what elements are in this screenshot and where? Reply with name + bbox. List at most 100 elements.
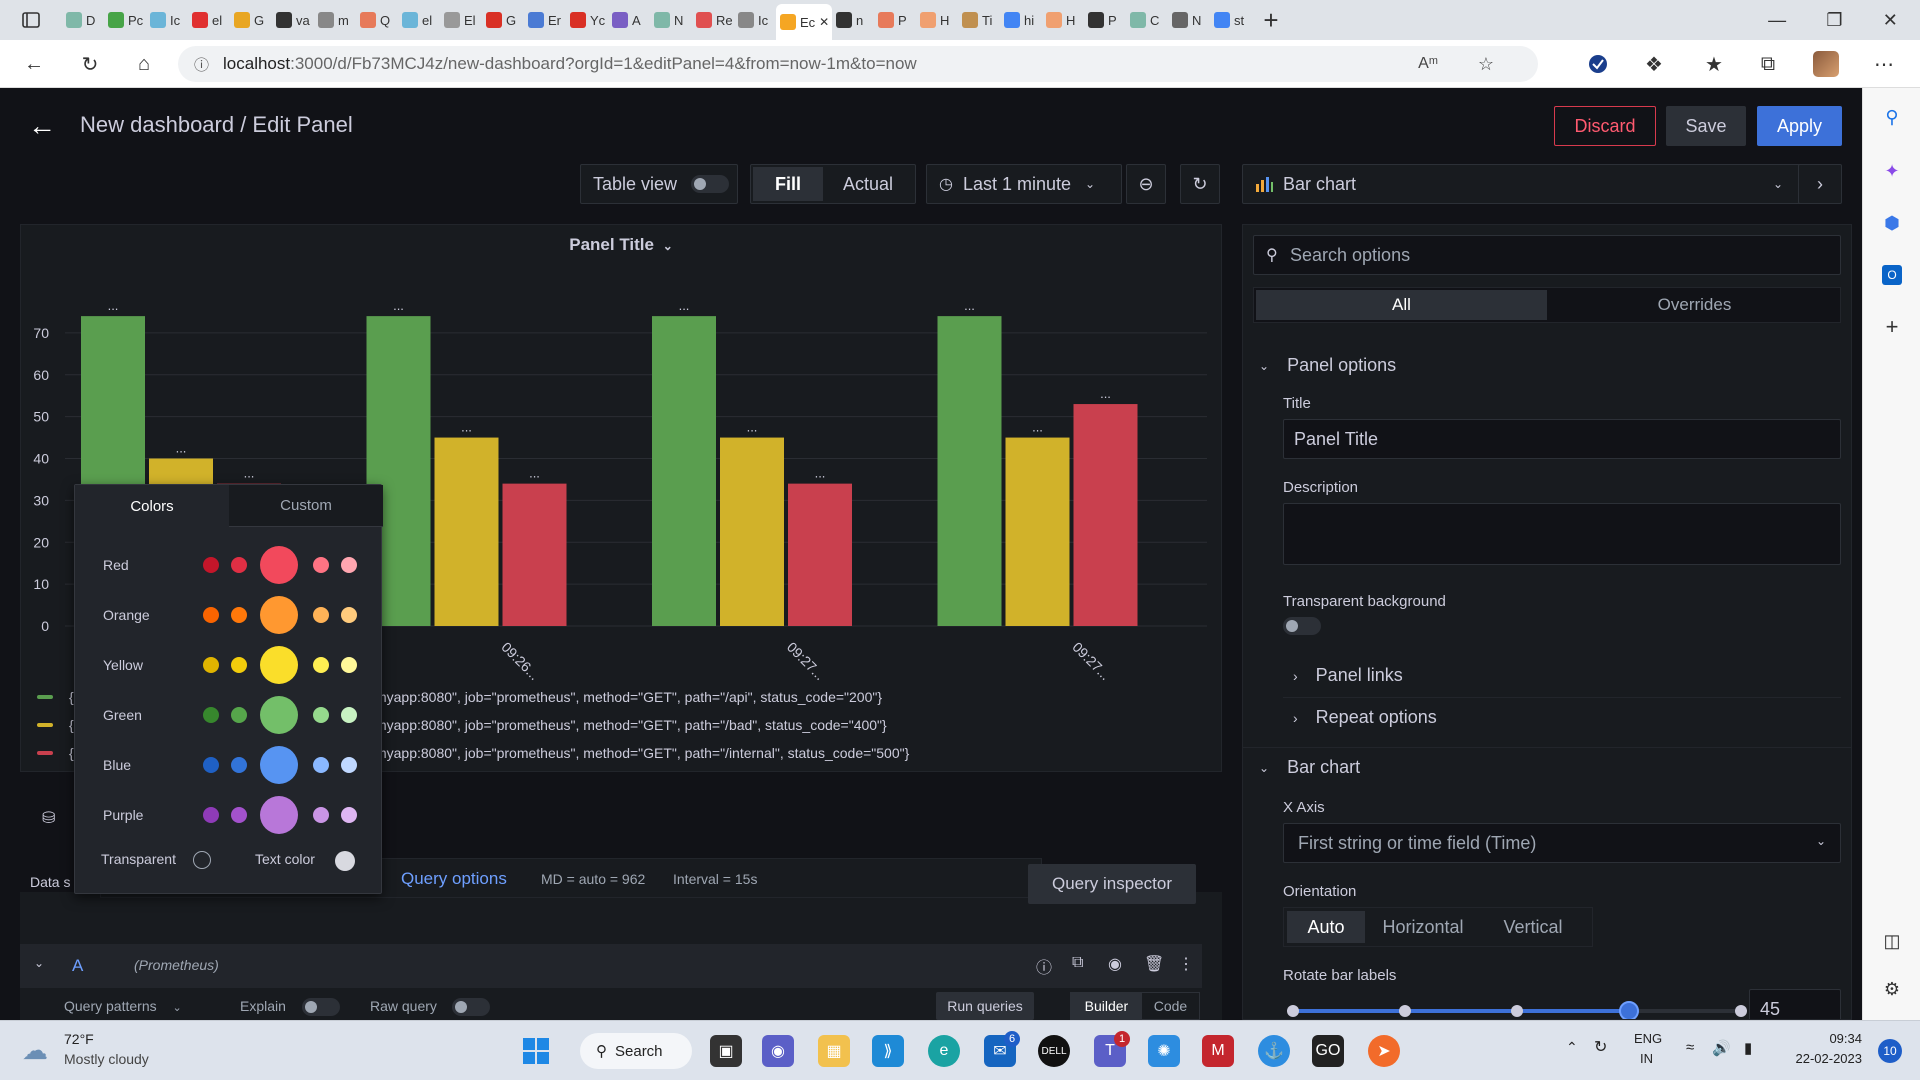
browser-tab[interactable]: el bbox=[398, 4, 440, 36]
browser-tab[interactable]: El bbox=[440, 4, 482, 36]
zoom-out-button[interactable]: ⊖ bbox=[1126, 164, 1166, 204]
favorites-list-icon[interactable]: ★ bbox=[1698, 48, 1730, 80]
visualization-picker[interactable]: Bar chart ⌄ bbox=[1242, 164, 1814, 204]
browser-tab[interactable]: H bbox=[916, 4, 958, 36]
chat-icon[interactable]: ◉ bbox=[762, 1035, 794, 1067]
color-swatch[interactable] bbox=[260, 696, 298, 734]
color-swatch[interactable] bbox=[203, 557, 219, 573]
browser-tab[interactable]: Yc bbox=[566, 4, 608, 36]
table-view-switch[interactable] bbox=[691, 175, 730, 193]
browser-tab[interactable]: D bbox=[62, 4, 104, 36]
wifi-icon[interactable]: ≈ bbox=[1686, 1039, 1694, 1056]
color-swatch[interactable] bbox=[231, 757, 247, 773]
rotate-slider-handle[interactable] bbox=[1619, 1001, 1639, 1019]
browser-tab[interactable]: N bbox=[650, 4, 692, 36]
browser-tab[interactable]: Pc bbox=[104, 4, 146, 36]
minimize-icon[interactable]: — bbox=[1768, 10, 1786, 31]
notification-badge[interactable]: 10 bbox=[1878, 1039, 1902, 1063]
time-range-picker[interactable]: ◷ Last 1 minute ⌄ bbox=[926, 164, 1122, 204]
browser-tab[interactable]: H bbox=[1042, 4, 1084, 36]
color-swatch[interactable] bbox=[203, 607, 219, 623]
color-swatch[interactable] bbox=[341, 607, 357, 623]
transparent-background-toggle[interactable] bbox=[1283, 617, 1321, 635]
color-swatch[interactable] bbox=[231, 707, 247, 723]
vscode-icon[interactable]: ⟫ bbox=[872, 1035, 904, 1067]
browser-tab[interactable]: Ic bbox=[734, 4, 776, 36]
color-swatch[interactable] bbox=[203, 807, 219, 823]
tab-all[interactable]: All bbox=[1256, 290, 1547, 320]
more-menu-icon[interactable]: ⋯ bbox=[1868, 48, 1900, 80]
browser-tab[interactable]: st bbox=[1210, 4, 1252, 36]
battery-icon[interactable]: ▮ bbox=[1744, 1039, 1752, 1057]
browser-tab[interactable]: G bbox=[230, 4, 272, 36]
url-field[interactable]: ⓘ localhost:3000/d/Fb73MCJ4z/new-dashboa… bbox=[178, 46, 1538, 82]
browser-tab[interactable]: Q bbox=[356, 4, 398, 36]
browser-tab[interactable]: Er bbox=[524, 4, 566, 36]
favorite-icon[interactable]: ☆ bbox=[1478, 54, 1494, 75]
query-inspector-button[interactable]: Query inspector bbox=[1028, 864, 1196, 904]
code-mode[interactable]: Code bbox=[1142, 993, 1199, 1019]
database-icon[interactable]: ⛁ bbox=[42, 808, 55, 828]
color-swatch[interactable] bbox=[341, 807, 357, 823]
browser-tab[interactable]: m bbox=[314, 4, 356, 36]
color-swatch[interactable] bbox=[260, 796, 298, 834]
duplicate-query-icon[interactable]: ⧉ bbox=[1072, 954, 1083, 972]
bar-chart-section[interactable]: ⌄ Bar chart bbox=[1259, 757, 1360, 778]
color-swatch[interactable] bbox=[231, 557, 247, 573]
browser-tab[interactable]: Ic bbox=[146, 4, 188, 36]
outlook-icon[interactable]: O bbox=[1879, 262, 1905, 288]
windows-start-icon[interactable] bbox=[520, 1035, 552, 1067]
postman-icon[interactable]: ➤ bbox=[1368, 1035, 1400, 1067]
collapse-options-button[interactable]: › bbox=[1798, 164, 1842, 204]
search-options-input[interactable]: ⚲ Search options bbox=[1253, 235, 1841, 275]
color-swatch[interactable] bbox=[260, 546, 298, 584]
x-axis-select[interactable]: First string or time field (Time) ⌄ bbox=[1283, 823, 1841, 863]
back-icon[interactable]: ← bbox=[18, 48, 50, 80]
add-sidebar-icon[interactable]: + bbox=[1879, 314, 1905, 340]
extensions-icon[interactable]: ❖ bbox=[1638, 48, 1670, 80]
transparent-swatch[interactable] bbox=[193, 851, 211, 869]
builder-mode[interactable]: Builder bbox=[1071, 993, 1142, 1019]
task-view-icon[interactable]: ▣ bbox=[710, 1035, 742, 1067]
orientation-auto[interactable]: Auto bbox=[1287, 911, 1365, 943]
color-swatch[interactable] bbox=[313, 807, 329, 823]
copilot-icon[interactable]: ✦ bbox=[1879, 158, 1905, 184]
hide-query-icon[interactable]: ◉ bbox=[1108, 954, 1122, 974]
collapse-query-icon[interactable]: ⌄ bbox=[34, 956, 44, 970]
delete-query-icon[interactable]: 🗑 bbox=[1144, 954, 1164, 974]
discard-button[interactable]: Discard bbox=[1554, 106, 1656, 146]
browser-tab[interactable]: C bbox=[1126, 4, 1168, 36]
search-icon[interactable]: ⚲ bbox=[1879, 104, 1905, 130]
save-button[interactable]: Save bbox=[1666, 106, 1746, 146]
browser-tab[interactable]: Ti bbox=[958, 4, 1000, 36]
color-swatch[interactable] bbox=[260, 646, 298, 684]
color-swatch[interactable] bbox=[341, 707, 357, 723]
repeat-options-section[interactable]: › Repeat options bbox=[1293, 707, 1437, 728]
taskbar-search[interactable]: ⚲ Search bbox=[580, 1033, 692, 1069]
file-explorer-icon[interactable]: ▦ bbox=[818, 1035, 850, 1067]
site-info-icon[interactable]: ⓘ bbox=[194, 54, 209, 75]
vpn-check-icon[interactable] bbox=[1582, 48, 1614, 80]
browser-tab[interactable]: G bbox=[482, 4, 524, 36]
browser-tab[interactable]: Ec ✕ bbox=[776, 4, 832, 40]
color-swatch[interactable] bbox=[341, 557, 357, 573]
colors-tab[interactable]: Colors bbox=[75, 485, 229, 527]
color-swatch[interactable] bbox=[260, 746, 298, 784]
orientation-horizontal[interactable]: Horizontal bbox=[1368, 908, 1478, 946]
restore-icon[interactable]: ❐ bbox=[1826, 10, 1842, 31]
home-icon[interactable]: ⌂ bbox=[128, 48, 160, 80]
drag-handle-icon[interactable]: ⋮ bbox=[1178, 954, 1194, 974]
read-aloud-icon[interactable]: Aᵐ bbox=[1418, 55, 1438, 73]
close-window-icon[interactable]: ✕ bbox=[1883, 10, 1898, 31]
back-arrow-icon[interactable]: ← bbox=[28, 110, 56, 142]
browser-tab[interactable]: N bbox=[1168, 4, 1210, 36]
actual-option[interactable]: Actual bbox=[823, 167, 913, 201]
color-swatch[interactable] bbox=[313, 757, 329, 773]
close-tab-icon[interactable]: ✕ bbox=[819, 15, 829, 29]
color-swatch[interactable] bbox=[313, 657, 329, 673]
query-patterns-select[interactable]: Query patterns ⌄ bbox=[64, 998, 182, 1014]
fill-option[interactable]: Fill bbox=[753, 167, 823, 201]
browser-tab[interactable]: P bbox=[874, 4, 916, 36]
rotate-value-input[interactable]: 45 bbox=[1749, 989, 1841, 1019]
apply-button[interactable]: Apply bbox=[1757, 106, 1842, 146]
